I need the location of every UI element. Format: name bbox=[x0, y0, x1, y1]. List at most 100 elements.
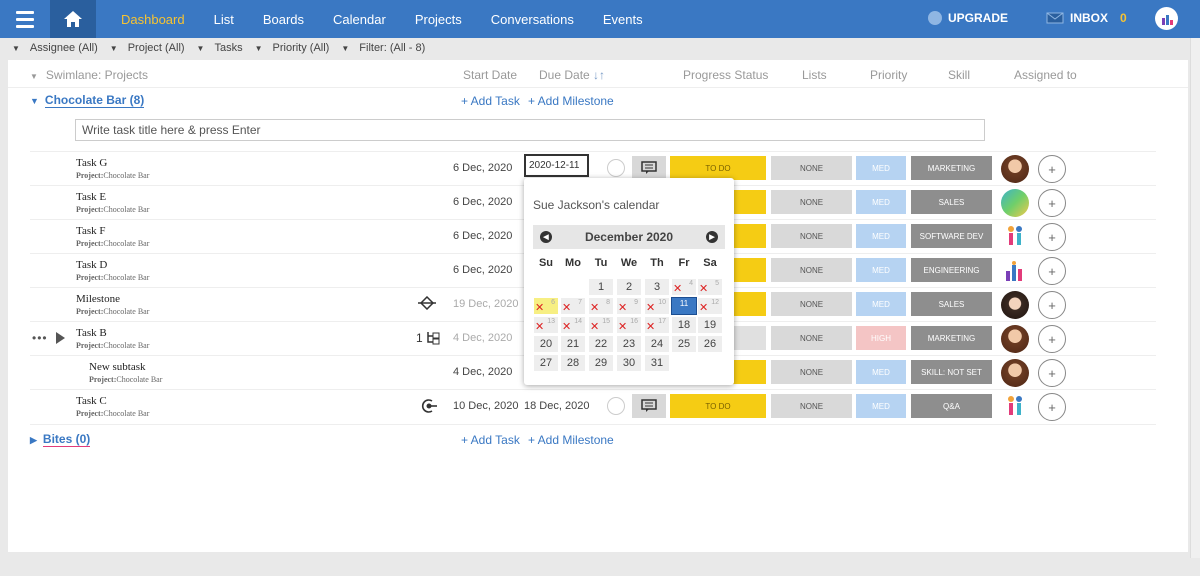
due-date[interactable]: 18 Dec, 2020 bbox=[524, 400, 589, 412]
skill-badge[interactable]: SOFTWARE DEV bbox=[911, 224, 992, 248]
task-name[interactable]: Milestone bbox=[76, 293, 120, 305]
start-date[interactable]: 4 Dec, 2020 bbox=[453, 366, 512, 378]
list-badge[interactable]: NONE bbox=[771, 360, 852, 384]
calendar-day[interactable]: 11 bbox=[671, 297, 697, 315]
task-title-input[interactable]: Write task title here & press Enter bbox=[75, 119, 985, 141]
add-assignee-button[interactable]: + bbox=[1038, 223, 1066, 251]
priority-badge[interactable]: MED bbox=[856, 292, 906, 316]
nav-dashboard[interactable]: Dashboard bbox=[121, 12, 185, 27]
assignee-avatar[interactable] bbox=[1001, 291, 1029, 319]
priority-badge[interactable]: HIGH bbox=[856, 326, 906, 350]
assignee-avatar[interactable] bbox=[1001, 189, 1029, 217]
expand-subtasks-icon[interactable] bbox=[56, 332, 65, 344]
add-task-link[interactable]: + Add Task bbox=[461, 433, 520, 447]
start-date[interactable]: 6 Dec, 2020 bbox=[453, 162, 512, 174]
start-date[interactable]: 19 Dec, 2020 bbox=[453, 298, 518, 310]
calendar-day[interactable]: 22 bbox=[589, 336, 613, 352]
next-month-icon[interactable]: ▶ bbox=[706, 231, 718, 243]
col-start-date[interactable]: Start Date bbox=[463, 68, 517, 82]
assignee-avatar[interactable] bbox=[1001, 155, 1029, 183]
list-badge[interactable]: NONE bbox=[771, 326, 852, 350]
filter-priority[interactable]: ▼ Priority (All) bbox=[255, 42, 330, 54]
task-name[interactable]: New subtask bbox=[89, 361, 146, 373]
nav-list[interactable]: List bbox=[214, 12, 234, 27]
list-badge[interactable]: NONE bbox=[771, 394, 852, 418]
task-name[interactable]: Task F bbox=[76, 225, 105, 237]
col-assigned[interactable]: Assigned to bbox=[1014, 68, 1077, 82]
due-date-input[interactable]: 2020-12-11 bbox=[524, 154, 589, 177]
priority-badge[interactable]: MED bbox=[856, 156, 906, 180]
table-row[interactable]: Task C Project:Chocolate Bar 10 Dec, 202… bbox=[30, 389, 1156, 423]
assignee-avatar[interactable] bbox=[1001, 359, 1029, 387]
calendar-day[interactable]: 31 bbox=[645, 355, 669, 371]
nav-conversations[interactable]: Conversations bbox=[491, 12, 574, 27]
col-due-date[interactable]: Due Date ↓↑ bbox=[539, 68, 605, 82]
sort-icon[interactable]: ↓↑ bbox=[593, 68, 605, 82]
dependency-icon[interactable] bbox=[420, 397, 438, 420]
list-badge[interactable]: NONE bbox=[771, 292, 852, 316]
list-badge[interactable]: NONE bbox=[771, 156, 852, 180]
add-assignee-button[interactable]: + bbox=[1038, 393, 1066, 421]
calendar-day[interactable]: 24 bbox=[645, 336, 669, 352]
nav-events[interactable]: Events bbox=[603, 12, 643, 27]
add-assignee-button[interactable]: + bbox=[1038, 325, 1066, 353]
calendar-day[interactable]: 1 bbox=[589, 279, 613, 295]
menu-icon[interactable] bbox=[0, 0, 50, 38]
expand-icon[interactable]: ▶ bbox=[30, 435, 37, 445]
calendar-day[interactable]: 28 bbox=[561, 355, 585, 371]
calendar-day[interactable]: 23 bbox=[617, 336, 641, 352]
upgrade-button[interactable]: UPGRADE bbox=[928, 11, 1008, 25]
add-task-link[interactable]: + Add Task bbox=[461, 94, 520, 108]
skill-badge[interactable]: ENGINEERING bbox=[911, 258, 992, 282]
calendar-day[interactable]: 19 bbox=[698, 317, 722, 333]
calendar-day[interactable]: 29 bbox=[589, 355, 613, 371]
col-priority[interactable]: Priority bbox=[870, 68, 907, 82]
add-milestone-link[interactable]: + Add Milestone bbox=[528, 433, 614, 447]
list-badge[interactable]: NONE bbox=[771, 258, 852, 282]
swimlane-selector[interactable]: ▼ Swimlane: Projects bbox=[30, 68, 148, 82]
filter-project[interactable]: ▼ Project (All) bbox=[110, 42, 185, 54]
assignee-avatar[interactable] bbox=[1001, 223, 1029, 251]
home-icon[interactable] bbox=[50, 0, 96, 38]
filter-all[interactable]: ▼ Filter: (All - 8) bbox=[341, 42, 425, 54]
col-progress[interactable]: Progress Status bbox=[683, 68, 768, 82]
calendar-day[interactable]: 21 bbox=[561, 336, 585, 352]
comment-icon[interactable] bbox=[632, 394, 666, 418]
assignee-avatar[interactable] bbox=[1001, 257, 1029, 285]
calendar-day[interactable]: 20 bbox=[534, 336, 558, 352]
add-assignee-button[interactable]: + bbox=[1038, 155, 1066, 183]
nav-calendar[interactable]: Calendar bbox=[333, 12, 386, 27]
filter-assignee[interactable]: ▼ Assignee (All) bbox=[12, 42, 98, 54]
add-assignee-button[interactable]: + bbox=[1038, 291, 1066, 319]
status-badge[interactable]: TO DO bbox=[670, 156, 766, 180]
skill-badge[interactable]: Q&A bbox=[911, 394, 992, 418]
nav-boards[interactable]: Boards bbox=[263, 12, 304, 27]
skill-badge[interactable]: SALES bbox=[911, 190, 992, 214]
calendar-day[interactable]: 3 bbox=[645, 279, 669, 295]
calendar-day[interactable]: 30 bbox=[617, 355, 641, 371]
group-bites[interactable]: ▶ Bites (0) bbox=[30, 432, 91, 447]
priority-badge[interactable]: MED bbox=[856, 190, 906, 214]
comment-icon[interactable] bbox=[632, 156, 666, 180]
clock-icon[interactable] bbox=[607, 397, 625, 415]
priority-badge[interactable]: MED bbox=[856, 360, 906, 384]
priority-badge[interactable]: MED bbox=[856, 224, 906, 248]
add-assignee-button[interactable]: + bbox=[1038, 189, 1066, 217]
status-badge[interactable]: TO DO bbox=[670, 394, 766, 418]
assignee-avatar[interactable] bbox=[1001, 393, 1029, 421]
add-assignee-button[interactable]: + bbox=[1038, 257, 1066, 285]
assignee-avatar[interactable] bbox=[1001, 325, 1029, 353]
prev-month-icon[interactable]: ◀ bbox=[540, 231, 552, 243]
subtask-counter[interactable]: 1 bbox=[416, 330, 441, 346]
add-milestone-link[interactable]: + Add Milestone bbox=[528, 94, 614, 108]
nav-projects[interactable]: Projects bbox=[415, 12, 462, 27]
skill-badge[interactable]: MARKETING bbox=[911, 326, 992, 350]
col-lists[interactable]: Lists bbox=[802, 68, 827, 82]
list-badge[interactable]: NONE bbox=[771, 224, 852, 248]
more-options-icon[interactable]: ••• bbox=[32, 331, 48, 345]
start-date[interactable]: 6 Dec, 2020 bbox=[453, 196, 512, 208]
start-date[interactable]: 10 Dec, 2020 bbox=[453, 400, 518, 412]
task-name[interactable]: Task C bbox=[76, 395, 107, 407]
priority-badge[interactable]: MED bbox=[856, 258, 906, 282]
skill-badge[interactable]: SKILL: NOT SET bbox=[911, 360, 992, 384]
